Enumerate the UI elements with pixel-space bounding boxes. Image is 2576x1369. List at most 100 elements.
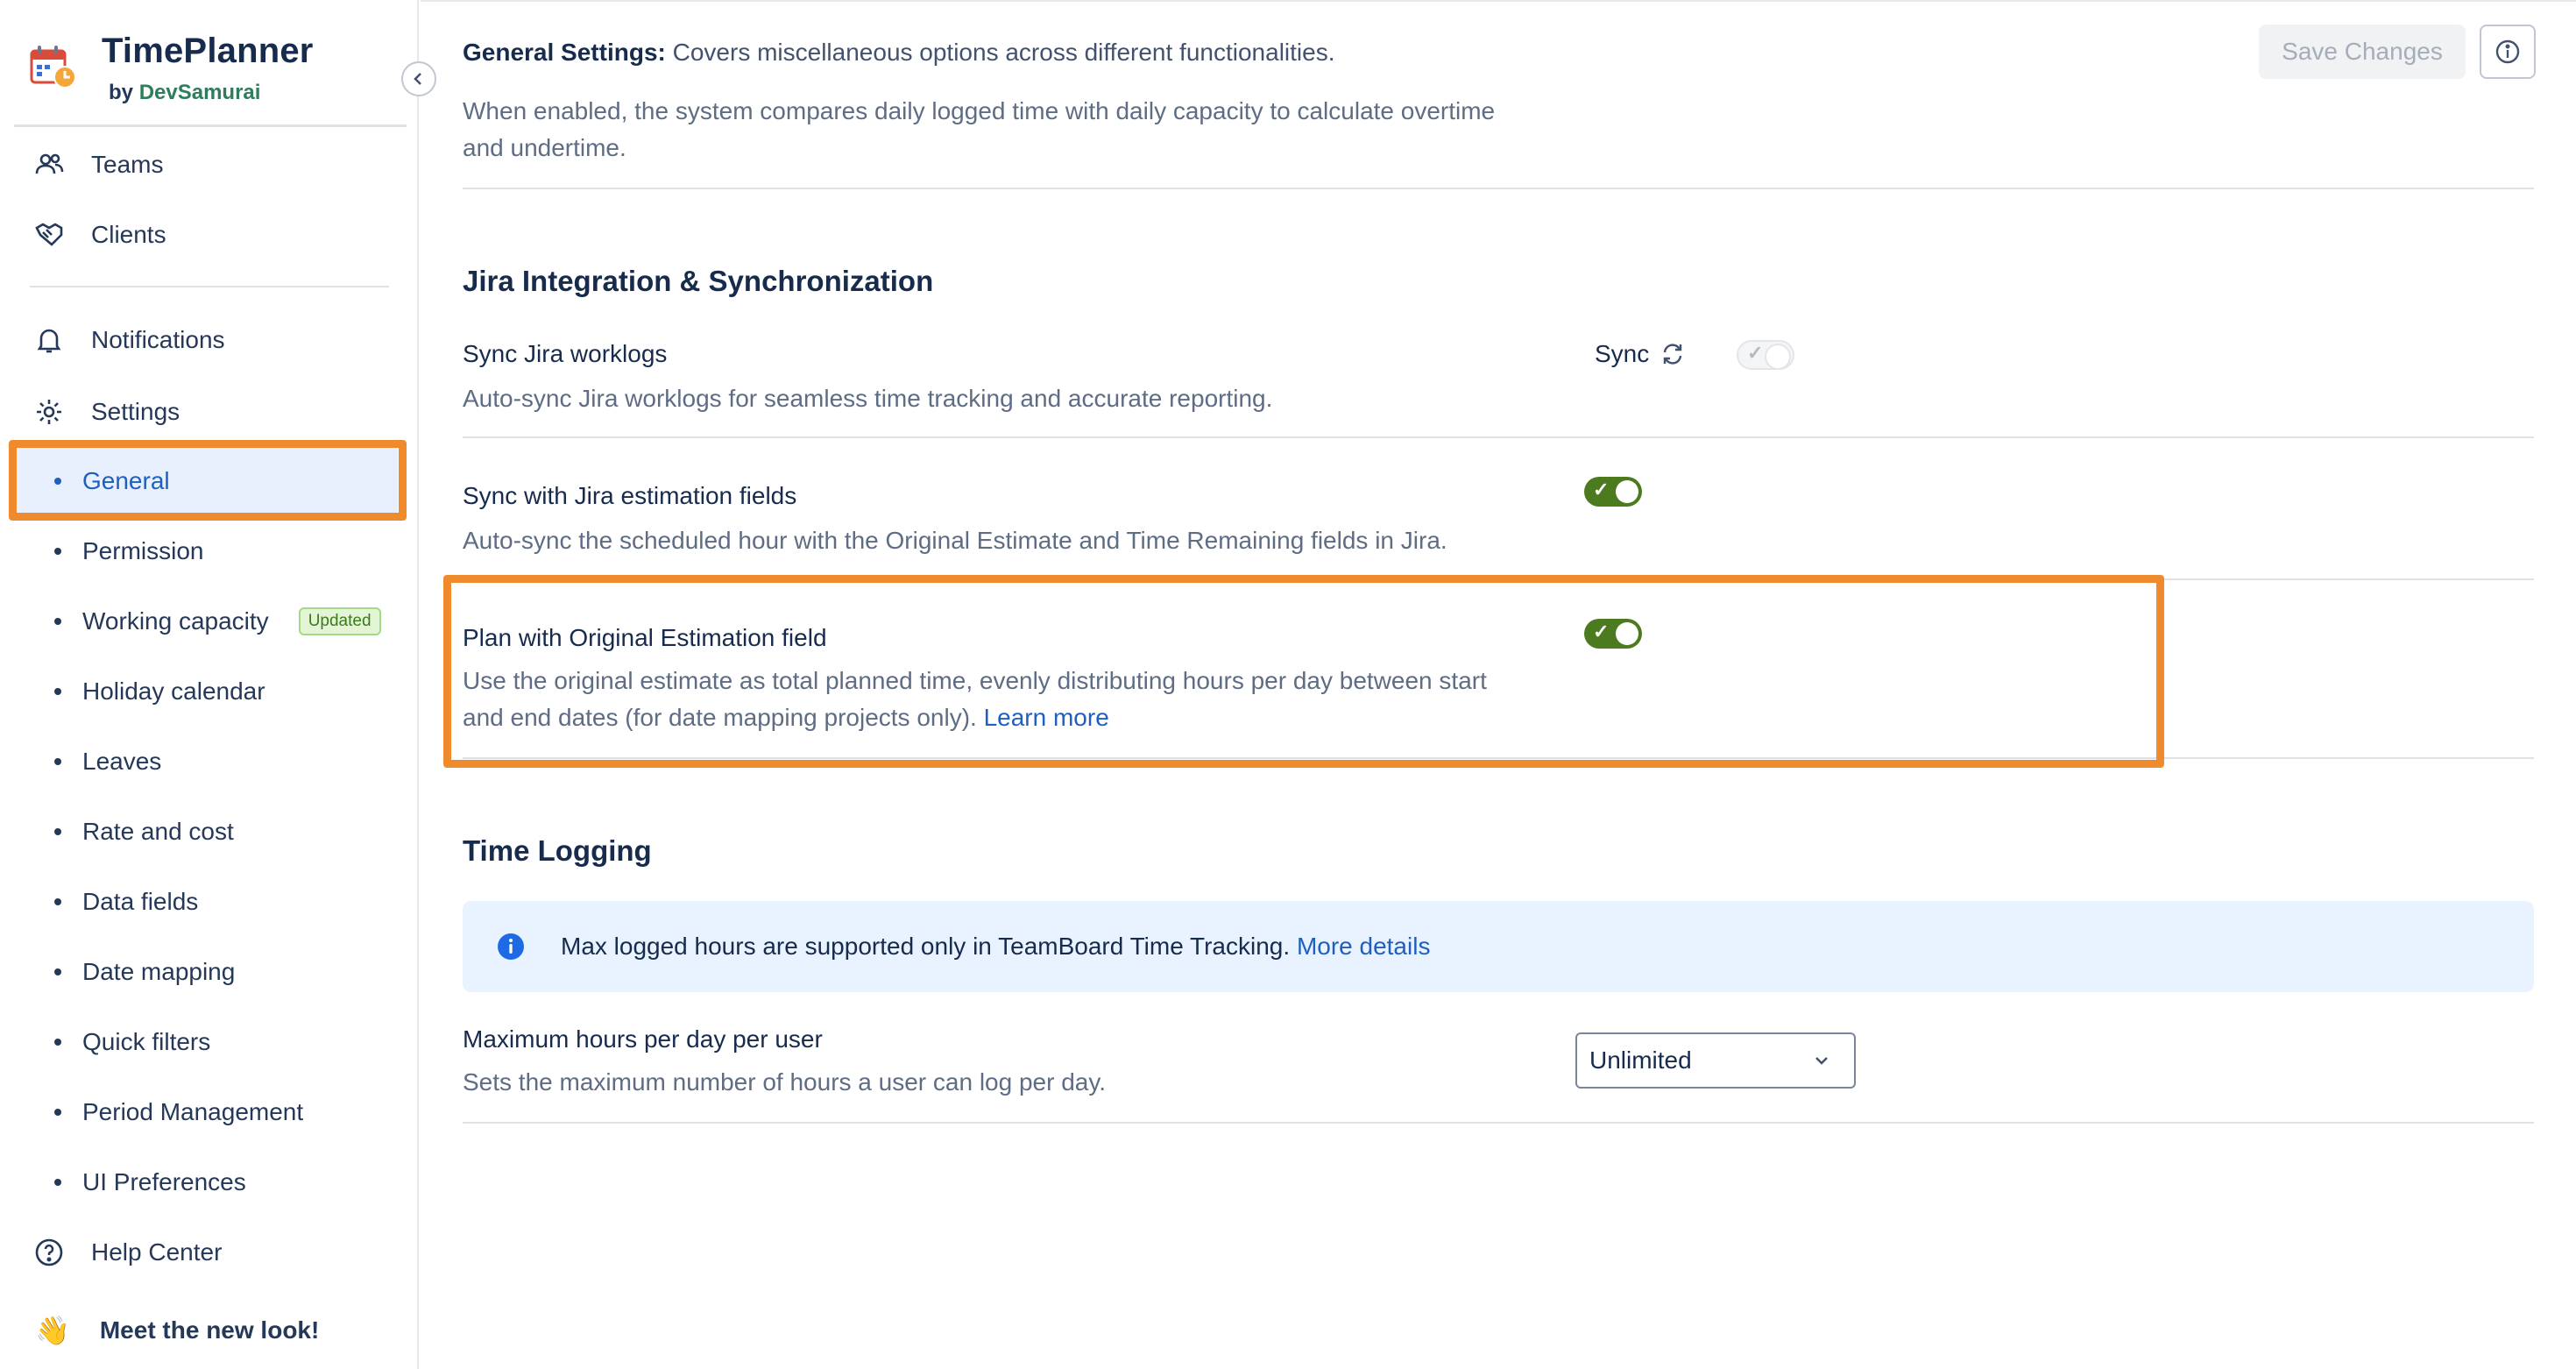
overtime-desc-line-2: and undertime. <box>463 134 626 161</box>
meet-new-look-link[interactable]: 👋 Meet the new look! <box>35 1306 319 1355</box>
settings-item-leaves[interactable]: Leaves <box>54 735 161 788</box>
general-settings-heading-bold: General Settings: <box>463 39 666 66</box>
nav-item-teams[interactable]: Teams <box>33 138 163 191</box>
jira-section-title: Jira Integration & Synchronization <box>463 265 934 297</box>
max-hours-select[interactable]: Unlimited <box>1575 1032 1856 1089</box>
app-title: TimePlanner <box>102 32 314 70</box>
info-button[interactable] <box>2480 25 2536 79</box>
info-icon <box>2495 39 2520 64</box>
max-hours-value: Unlimited <box>1589 1046 1692 1074</box>
overtime-description: When enabled, the system compares daily … <box>463 93 1495 167</box>
bullet <box>54 1039 61 1046</box>
bullet <box>54 968 61 975</box>
nav-divider <box>30 286 389 287</box>
check-icon: ✓ <box>1747 342 1764 364</box>
settings-item-label: Quick filters <box>82 1028 211 1055</box>
waving-hand-icon: 👋 <box>35 1315 70 1346</box>
settings-item-label: UI Preferences <box>82 1168 246 1195</box>
highlight-box-plan-original <box>443 575 2164 768</box>
nav-item-notifications[interactable]: Notifications <box>33 314 225 366</box>
info-banner: Max logged hours are supported only in T… <box>463 901 2534 992</box>
top-border <box>421 0 2576 2</box>
sync-worklogs-title: Sync Jira worklogs <box>463 340 668 367</box>
bullet <box>54 618 61 625</box>
collapse-sidebar-button[interactable] <box>401 61 436 96</box>
gear-icon <box>33 396 65 428</box>
settings-item-rate-and-cost[interactable]: Rate and cost <box>54 805 234 858</box>
sidebar: TimePlanner by DevSamurai Teams Clients <box>0 0 419 1369</box>
brand[interactable]: TimePlanner by DevSamurai <box>30 30 407 126</box>
general-settings-heading: General Settings: Covers miscellaneous o… <box>463 39 1335 67</box>
bullet <box>54 898 61 905</box>
settings-item-quick-filters[interactable]: Quick filters <box>54 1016 210 1068</box>
settings-item-ui-preferences[interactable]: UI Preferences <box>54 1156 246 1209</box>
bell-icon <box>33 324 65 356</box>
settings-item-label: Permission <box>82 537 204 564</box>
nav-label-notifications: Notifications <box>91 326 225 353</box>
bullet <box>54 828 61 835</box>
sync-worklogs-toggle[interactable]: ✓ <box>1737 340 1794 370</box>
banner-text: Max logged hours are supported only in T… <box>561 933 1430 961</box>
settings-item-working-capacity[interactable]: Working capacity Updated <box>54 595 381 648</box>
max-hours-desc: Sets the maximum number of hours a user … <box>463 1068 1107 1096</box>
bullet <box>54 1109 61 1116</box>
bullet <box>54 688 61 695</box>
settings-item-label: Date mapping <box>82 958 236 985</box>
bullet <box>54 1179 61 1186</box>
more-details-link[interactable]: More details <box>1297 933 1431 960</box>
settings-item-period-management[interactable]: Period Management <box>54 1086 303 1138</box>
divider <box>463 436 2534 438</box>
brand-byline: by DevSamurai <box>109 81 260 105</box>
nav-label-settings: Settings <box>91 398 180 425</box>
overtime-desc-line-1: When enabled, the system compares daily … <box>463 97 1496 124</box>
settings-item-general[interactable]: General <box>54 455 170 507</box>
handshake-icon <box>33 219 65 251</box>
settings-item-label: Rate and cost <box>82 818 234 845</box>
refresh-icon <box>1664 344 1682 365</box>
bullet <box>54 758 61 765</box>
nav-label-clients: Clients <box>91 221 166 248</box>
settings-item-data-fields[interactable]: Data fields <box>54 876 198 928</box>
bullet <box>54 478 61 485</box>
sync-estimation-title: Sync with Jira estimation fields <box>463 482 797 509</box>
time-logging-section-title: Time Logging <box>463 834 652 867</box>
nav-label-help-center: Help Center <box>91 1238 223 1266</box>
sync-estimation-toggle[interactable]: ✓ <box>1584 477 1642 507</box>
max-hours-title: Maximum hours per day per user <box>463 1025 823 1053</box>
brand-divider <box>14 124 407 127</box>
settings-item-label: General <box>82 467 170 494</box>
banner-message: Max logged hours are supported only in T… <box>561 933 1297 960</box>
main-content: General Settings: Covers miscellaneous o… <box>421 0 2576 1369</box>
divider <box>463 188 2534 189</box>
sync-now-button[interactable]: Sync <box>1595 340 1686 368</box>
settings-item-date-mapping[interactable]: Date mapping <box>54 946 235 998</box>
settings-item-permission[interactable]: Permission <box>54 525 203 578</box>
nav-item-help-center[interactable]: Help Center <box>33 1226 222 1279</box>
users-icon <box>33 149 65 181</box>
nav-item-settings[interactable]: Settings <box>33 386 180 438</box>
settings-item-label: Leaves <box>82 748 162 775</box>
sync-worklogs-desc: Auto-sync Jira worklogs for seamless tim… <box>463 385 1273 412</box>
settings-item-label: Period Management <box>82 1098 304 1125</box>
sync-label: Sync <box>1595 340 1650 367</box>
nav-label-teams: Teams <box>91 151 164 178</box>
help-circle-icon <box>33 1237 65 1268</box>
chevron-down-icon <box>1815 1057 1828 1065</box>
nav-item-clients[interactable]: Clients <box>33 209 166 261</box>
info-filled-icon <box>498 933 524 960</box>
general-settings-heading-text: Covers miscellaneous options across diff… <box>665 39 1335 66</box>
settings-item-holiday-calendar[interactable]: Holiday calendar <box>54 665 265 718</box>
settings-item-label: Data fields <box>82 888 199 915</box>
chevron-left-icon <box>414 73 421 85</box>
save-changes-button[interactable]: Save Changes <box>2259 25 2466 79</box>
meet-new-look-label: Meet the new look! <box>99 1316 320 1344</box>
sync-estimation-desc: Auto-sync the scheduled hour with the Or… <box>463 527 1447 554</box>
divider <box>463 1122 2534 1124</box>
check-icon: ✓ <box>1593 479 1610 500</box>
calendar-clock-logo-icon <box>30 46 76 89</box>
settings-item-label: Holiday calendar <box>82 677 265 705</box>
updated-badge: Updated <box>298 607 381 635</box>
brand-by-text: by <box>109 81 134 104</box>
settings-item-label: Working capacity <box>82 607 269 635</box>
brand-org: DevSamurai <box>138 81 261 104</box>
